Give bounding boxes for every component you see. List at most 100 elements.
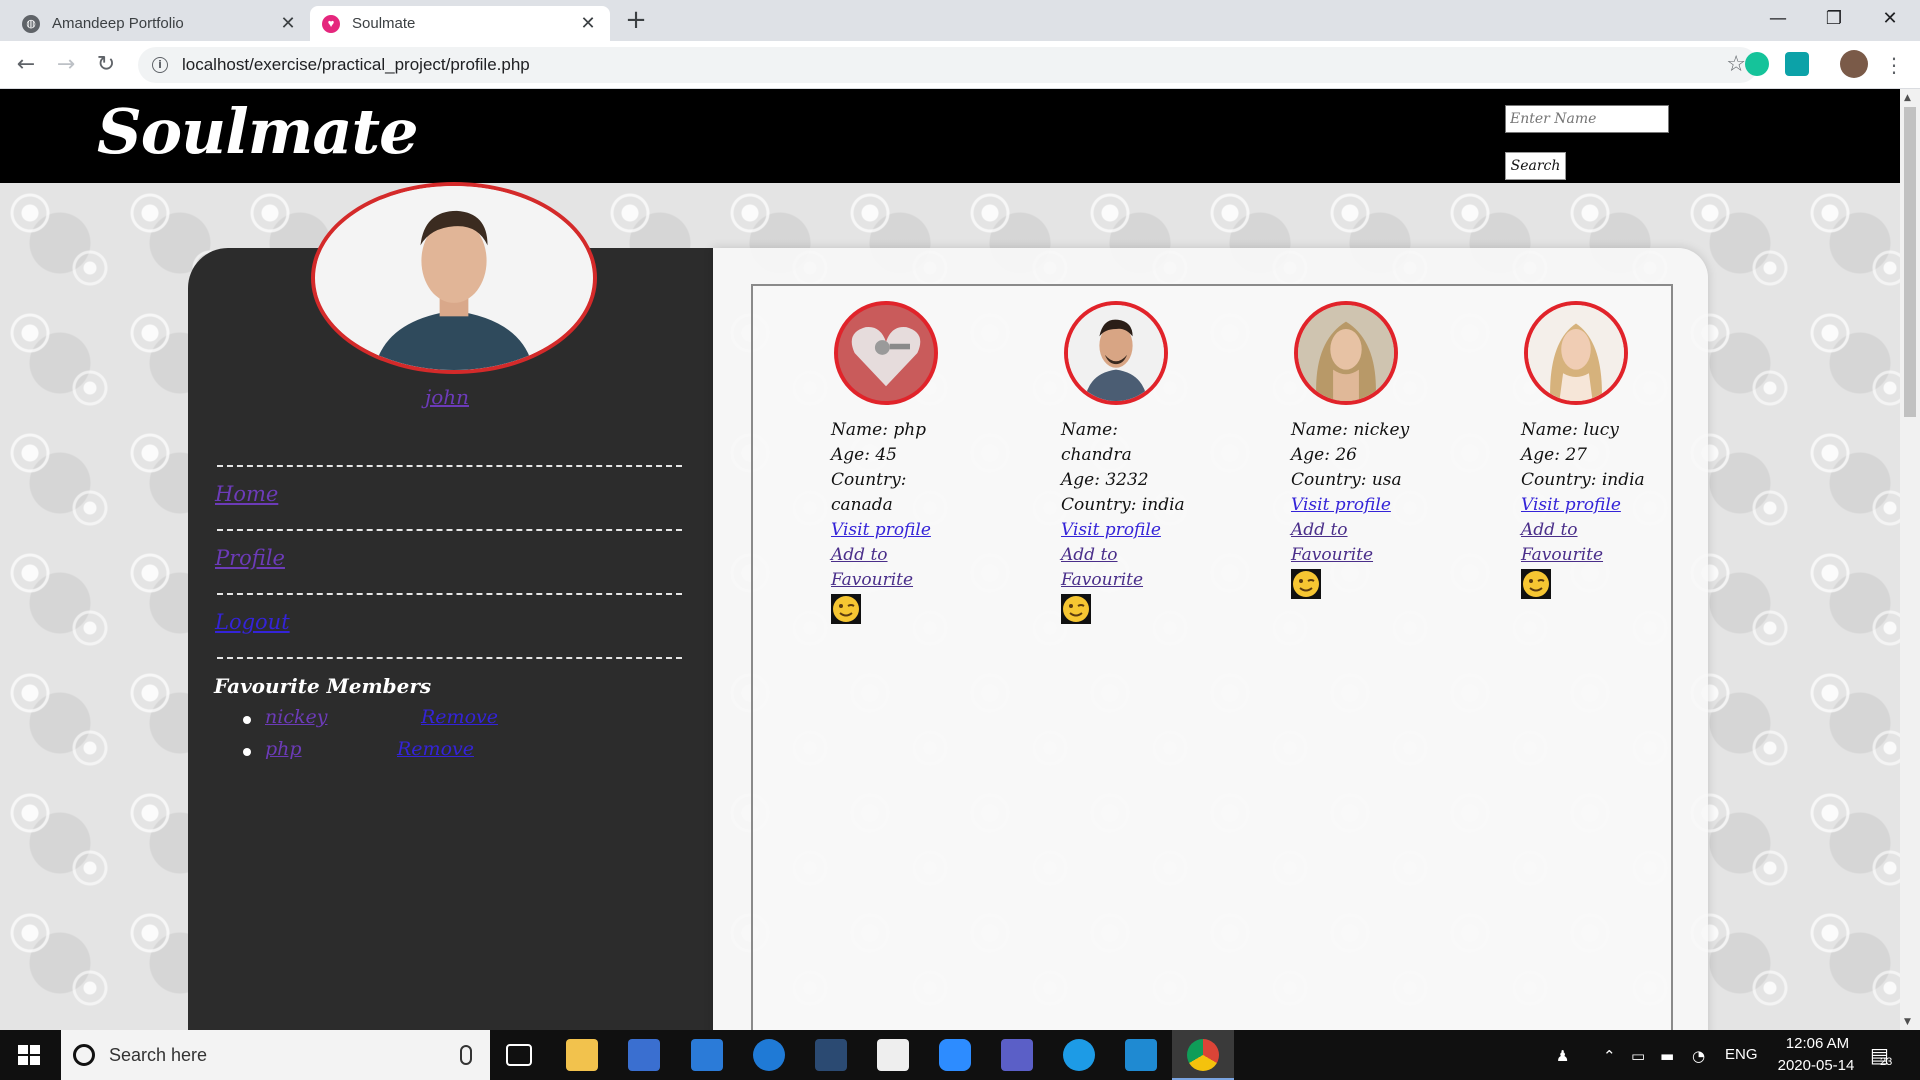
wink-emoji-icon[interactable] <box>831 594 861 624</box>
microsoft-store-icon[interactable] <box>628 1039 660 1071</box>
chrome-taskbar-button[interactable] <box>1172 1030 1234 1080</box>
wink-emoji-icon[interactable] <box>1521 569 1551 599</box>
visit-profile-link[interactable]: Visit profile <box>1521 493 1646 518</box>
profile-username-link[interactable]: john <box>425 385 469 409</box>
scroll-thumb[interactable] <box>1904 107 1916 417</box>
tab-title: Soulmate <box>352 15 416 32</box>
microphone-icon[interactable] <box>460 1045 472 1065</box>
sidebar-item-profile[interactable]: Profile <box>215 546 285 570</box>
chrome-menu-icon[interactable]: ⋮ <box>1880 51 1908 79</box>
search-button[interactable]: Search <box>1505 152 1566 180</box>
task-view-icon[interactable] <box>506 1044 532 1066</box>
clock-time[interactable]: 12:06 AM <box>1775 1035 1860 1052</box>
teams-icon[interactable] <box>1001 1039 1033 1071</box>
grammarly-extension-icon[interactable] <box>1745 52 1769 76</box>
member-avatar[interactable] <box>834 301 938 405</box>
member-country-label: Country: india <box>1521 470 1645 490</box>
heart-lock-photo <box>838 305 934 401</box>
wink-emoji-icon[interactable] <box>1061 594 1091 624</box>
minimize-button[interactable]: — <box>1750 0 1806 41</box>
browser-tab-bar: ◍ Amandeep Portfolio ✕ ♥ Soulmate ✕ + — … <box>0 0 1920 41</box>
file-explorer-icon[interactable] <box>566 1039 598 1071</box>
soulmate-logo[interactable]: Soulmate <box>97 95 419 168</box>
new-tab-button[interactable]: + <box>622 6 650 34</box>
taskbar-search-box[interactable]: Search here <box>61 1030 490 1080</box>
remove-favourite-link[interactable]: Remove <box>421 706 498 728</box>
visit-profile-link[interactable]: Visit profile <box>1061 518 1186 543</box>
add-to-favourite-link[interactable]: Add to <box>831 543 956 568</box>
member-country: canada <box>831 495 893 515</box>
favourite-member-link[interactable]: nickey <box>265 706 327 728</box>
add-to-favourite-link[interactable]: Add to <box>1291 518 1416 543</box>
browser-toolbar: ← → ↻ i localhost/exercise/practical_pro… <box>0 41 1920 89</box>
power-icon[interactable]: ▬ <box>1660 1047 1674 1065</box>
favourite-member-link[interactable]: php <box>265 738 302 760</box>
member-age: Age: 3232 <box>1061 470 1149 490</box>
language-indicator[interactable]: ENG <box>1725 1046 1758 1063</box>
add-to-favourite-link[interactable]: Add to <box>1521 518 1646 543</box>
scroll-down-icon[interactable]: ▼ <box>1904 1017 1911 1027</box>
tab-soulmate[interactable]: ♥ Soulmate ✕ <box>310 6 610 41</box>
page-viewport: Soulmate Search john Home Profile Logout… <box>0 89 1900 1030</box>
wifi-icon[interactable]: ◔ <box>1692 1047 1705 1065</box>
member-card: Name: lucy Age: 27 Country: india Visit … <box>1521 418 1646 599</box>
zoom-icon[interactable] <box>939 1039 971 1071</box>
visit-profile-link[interactable]: Visit profile <box>831 518 956 543</box>
chandra-photo <box>1068 305 1164 401</box>
page-scrollbar[interactable]: ▲ ▼ <box>1900 89 1920 1030</box>
vscode-icon[interactable] <box>1125 1039 1157 1071</box>
sidebar-item-home[interactable]: Home <box>215 482 278 506</box>
show-hidden-icons-icon[interactable]: ⌃ <box>1603 1047 1616 1065</box>
windows-start-icon[interactable] <box>18 1045 40 1065</box>
info-icon[interactable]: i <box>152 57 168 73</box>
profile-avatar[interactable] <box>1840 50 1868 78</box>
url-text[interactable]: localhost/exercise/practical_project/pro… <box>182 55 530 75</box>
add-to-favourite-link[interactable]: Favourite <box>1521 543 1646 568</box>
7zip-icon[interactable] <box>877 1039 909 1071</box>
close-window-button[interactable]: ✕ <box>1862 0 1918 41</box>
add-to-favourite-link[interactable]: Add to <box>1061 543 1186 568</box>
visit-profile-link[interactable]: Visit profile <box>1291 493 1416 518</box>
close-icon[interactable]: ✕ <box>278 13 298 34</box>
remove-favourite-link[interactable]: Remove <box>397 738 474 760</box>
docker-icon[interactable] <box>1063 1039 1095 1071</box>
notification-count-badge: 23 <box>1880 1056 1893 1068</box>
sidebar-item-logout[interactable]: Logout <box>215 610 290 634</box>
member-country-label: Country: india <box>1061 495 1185 515</box>
member-age: Age: 26 <box>1291 445 1357 465</box>
tab-amandeep-portfolio[interactable]: ◍ Amandeep Portfolio ✕ <box>10 6 310 41</box>
tab-title: Amandeep Portfolio <box>52 15 184 32</box>
people-icon[interactable]: ♟ <box>1556 1047 1569 1065</box>
wink-emoji-icon[interactable] <box>1291 569 1321 599</box>
site-header: Soulmate Search <box>0 89 1900 183</box>
add-to-favourite-link[interactable]: Favourite <box>1291 543 1416 568</box>
member-avatar[interactable] <box>1064 301 1168 405</box>
member-name: Name: lucy <box>1521 420 1619 440</box>
cortana-icon <box>73 1044 95 1066</box>
screenshot-extension-icon[interactable] <box>1785 52 1809 76</box>
battery-icon[interactable]: ▭ <box>1631 1047 1645 1065</box>
add-to-favourite-link[interactable]: Favourite <box>1061 568 1186 593</box>
lucy-photo <box>1528 305 1624 401</box>
taskbar-search-placeholder: Search here <box>109 1044 208 1065</box>
close-icon[interactable]: ✕ <box>578 13 598 34</box>
divider <box>217 465 682 467</box>
address-bar[interactable]: i localhost/exercise/practical_project/p… <box>138 47 1758 83</box>
back-icon[interactable]: ← <box>12 51 40 79</box>
clock-date[interactable]: 2020-05-14 <box>1766 1057 1866 1074</box>
restore-button[interactable]: ❐ <box>1806 0 1862 41</box>
edge-icon[interactable] <box>753 1039 785 1071</box>
avatar <box>311 182 597 374</box>
member-card: Name: php Age: 45 Country: canada Visit … <box>831 418 956 624</box>
forward-icon[interactable]: → <box>52 51 80 79</box>
add-to-favourite-link[interactable]: Favourite <box>831 568 956 593</box>
scroll-up-icon[interactable]: ▲ <box>1904 93 1911 103</box>
member-age: Age: 27 <box>1521 445 1587 465</box>
member-avatar[interactable] <box>1294 301 1398 405</box>
network-app-icon[interactable] <box>815 1039 847 1071</box>
reload-icon[interactable]: ↻ <box>92 51 120 79</box>
mail-icon[interactable] <box>691 1039 723 1071</box>
bookmark-star-icon[interactable]: ☆ <box>1726 52 1746 77</box>
member-avatar[interactable] <box>1524 301 1628 405</box>
search-input[interactable] <box>1505 105 1669 133</box>
